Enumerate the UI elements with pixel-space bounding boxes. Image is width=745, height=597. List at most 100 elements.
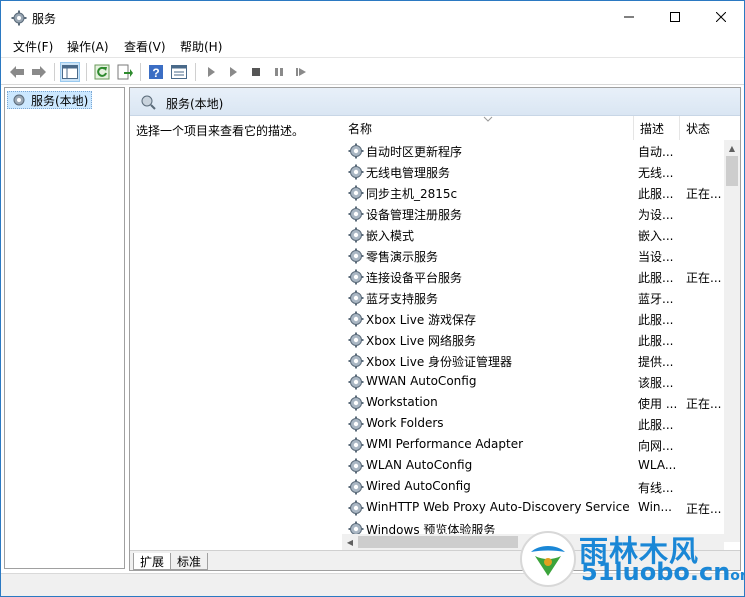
svg-text:?: ? bbox=[152, 66, 159, 80]
table-row[interactable]: WLAN AutoConfig WLA... bbox=[342, 455, 724, 476]
watermark-url-main: 51luobo.cn bbox=[581, 558, 731, 586]
menu-action[interactable]: 操作(A) bbox=[67, 38, 109, 55]
column-header-status[interactable]: 状态 bbox=[680, 116, 724, 140]
menu-help[interactable]: 帮助(H) bbox=[180, 38, 222, 55]
toolbar-separator bbox=[195, 63, 196, 81]
menu-file[interactable]: 文件(F) bbox=[13, 38, 53, 55]
scroll-left-icon[interactable]: ◀ bbox=[342, 534, 358, 550]
service-name: 同步主机_2815c bbox=[366, 187, 458, 201]
watermark-url-suffix: om bbox=[730, 568, 745, 584]
column-header-name-label: 名称 bbox=[348, 121, 373, 136]
magnifier-gear-icon bbox=[141, 95, 156, 110]
service-name: Workstation bbox=[366, 395, 438, 409]
sort-chevron-icon bbox=[483, 116, 493, 122]
tab-extended[interactable]: 扩展 bbox=[133, 553, 172, 570]
service-description: 此服... bbox=[638, 271, 674, 285]
service-gear-icon bbox=[348, 206, 364, 222]
service-description: 自动... bbox=[638, 145, 674, 159]
menu-view[interactable]: 查看(V) bbox=[124, 38, 166, 55]
service-name: WinHTTP Web Proxy Auto-Discovery Service bbox=[366, 500, 630, 514]
service-gear-icon bbox=[348, 227, 364, 243]
refresh-button[interactable] bbox=[92, 62, 112, 82]
table-row[interactable]: Workstation 使用 ... 正在... bbox=[342, 392, 724, 413]
scroll-thumb[interactable] bbox=[358, 536, 518, 548]
start-service-alt-icon bbox=[230, 67, 237, 77]
service-name: 设备管理注册服务 bbox=[366, 208, 463, 222]
close-button[interactable] bbox=[698, 1, 744, 33]
maximize-button[interactable] bbox=[652, 1, 698, 33]
service-description: 使用 ... bbox=[638, 397, 678, 411]
service-description: 此服... bbox=[638, 334, 674, 348]
table-row[interactable]: Work Folders 此服... bbox=[342, 413, 724, 434]
service-status: 正在... bbox=[686, 187, 722, 201]
properties-button[interactable] bbox=[169, 62, 189, 82]
refresh-icon bbox=[94, 64, 110, 80]
service-description: 当设... bbox=[638, 250, 674, 264]
service-description: 此服... bbox=[638, 187, 674, 201]
service-gear-icon bbox=[348, 143, 364, 159]
help-button[interactable]: ? bbox=[146, 62, 166, 82]
menu-bar: 文件(F) 操作(A) 查看(V) 帮助(H) bbox=[1, 34, 744, 56]
start-service-alt-button[interactable] bbox=[223, 62, 243, 82]
show-hide-tree-button[interactable] bbox=[60, 62, 80, 82]
table-row[interactable]: 无线电管理服务 无线... bbox=[342, 161, 724, 182]
scroll-up-icon[interactable]: ▲ bbox=[724, 140, 740, 156]
service-gear-icon bbox=[348, 500, 364, 516]
table-row[interactable]: 嵌入模式 嵌入... bbox=[342, 224, 724, 245]
services-pane: 服务(本地) 选择一个项目来查看它的描述。 名称 描述 状态 自动时区更新程序自… bbox=[129, 87, 741, 571]
service-gear-icon bbox=[348, 479, 364, 495]
table-row[interactable]: Xbox Live 身份验证管理器 提供... bbox=[342, 350, 724, 371]
service-name: 连接设备平台服务 bbox=[366, 271, 463, 285]
stop-service-icon bbox=[252, 68, 260, 76]
tree-item-services-local[interactable]: 服务(本地) bbox=[7, 91, 93, 109]
column-header-description-label: 描述 bbox=[640, 121, 665, 136]
service-description: 有线... bbox=[638, 481, 674, 495]
service-gear-icon bbox=[348, 458, 364, 474]
column-header-status-label: 状态 bbox=[686, 121, 711, 136]
table-row[interactable]: Wired AutoConfig 有线... bbox=[342, 476, 724, 497]
minimize-button[interactable] bbox=[606, 1, 652, 33]
vertical-scrollbar[interactable]: ▲ bbox=[724, 140, 740, 542]
table-row[interactable]: Xbox Live 游戏保存 此服... bbox=[342, 308, 724, 329]
start-service-button[interactable] bbox=[201, 62, 221, 82]
table-row[interactable]: WMI Performance Adapter 向网... bbox=[342, 434, 724, 455]
service-name: Xbox Live 网络服务 bbox=[366, 334, 477, 348]
table-row[interactable]: WWAN AutoConfig 该服... bbox=[342, 371, 724, 392]
table-row[interactable]: WinHTTP Web Proxy Auto-Discovery Service… bbox=[342, 497, 724, 518]
forward-button[interactable] bbox=[29, 62, 49, 82]
column-header-description[interactable]: 描述 bbox=[634, 116, 680, 140]
service-gear-icon bbox=[348, 248, 364, 264]
restart-service-button[interactable] bbox=[291, 62, 311, 82]
service-description: 嵌入... bbox=[638, 229, 674, 243]
column-header-name[interactable]: 名称 bbox=[342, 116, 634, 140]
service-name: Xbox Live 身份验证管理器 bbox=[366, 355, 513, 369]
pause-service-icon bbox=[275, 68, 283, 76]
scroll-thumb[interactable] bbox=[726, 156, 738, 186]
toolbar: ? bbox=[1, 57, 744, 85]
service-gear-icon bbox=[348, 353, 364, 369]
stop-service-button[interactable] bbox=[246, 62, 266, 82]
table-row[interactable]: 同步主机_2815c 此服... 正在... bbox=[342, 182, 724, 203]
table-row[interactable]: 设备管理注册服务 为设... bbox=[342, 203, 724, 224]
service-description: 无线... bbox=[638, 166, 674, 180]
restart-service-icon bbox=[296, 68, 306, 76]
service-description: 此服... bbox=[638, 418, 674, 432]
back-button[interactable] bbox=[7, 62, 27, 82]
service-name: 嵌入模式 bbox=[366, 229, 415, 243]
service-description: 蓝牙... bbox=[638, 292, 674, 306]
service-name: 蓝牙支持服务 bbox=[366, 292, 439, 306]
table-row[interactable]: 自动时区更新程序 自动... bbox=[342, 140, 724, 161]
service-name: Wired AutoConfig bbox=[366, 479, 471, 493]
tab-standard[interactable]: 标准 bbox=[170, 553, 209, 570]
pause-service-button[interactable] bbox=[269, 62, 289, 82]
toolbar-separator bbox=[140, 63, 141, 81]
service-gear-icon bbox=[348, 164, 364, 180]
toolbar-separator bbox=[86, 63, 87, 81]
table-row[interactable]: 蓝牙支持服务 蓝牙... bbox=[342, 287, 724, 308]
table-row[interactable]: 零售演示服务 当设... bbox=[342, 245, 724, 266]
export-list-button[interactable] bbox=[115, 62, 135, 82]
service-status: 正在... bbox=[686, 397, 722, 411]
table-row[interactable]: 连接设备平台服务 此服... 正在... bbox=[342, 266, 724, 287]
table-row[interactable]: Xbox Live 网络服务 此服... bbox=[342, 329, 724, 350]
service-gear-icon bbox=[348, 395, 364, 411]
